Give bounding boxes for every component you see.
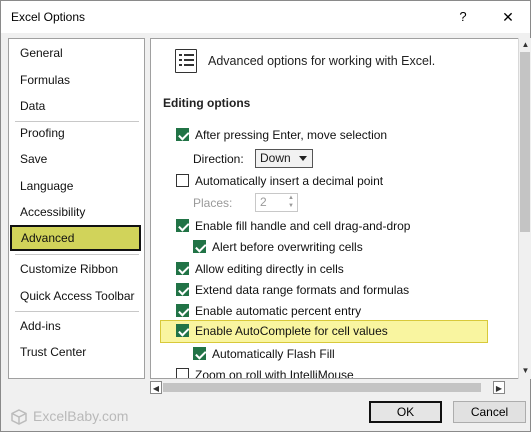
checkbox-checked[interactable]	[176, 262, 189, 275]
option-label: Enable fill handle and cell drag-and-dro…	[195, 219, 411, 233]
option-label: Allow editing directly in cells	[195, 262, 344, 276]
nav-item-data[interactable]: Data	[9, 93, 144, 119]
nav-item-quick-access-toolbar[interactable]: Quick Access Toolbar	[9, 283, 144, 309]
option-label: Extend data range formats and formulas	[195, 283, 410, 297]
horizontal-scrollbar[interactable]: ◀ ▶	[150, 381, 506, 394]
category-nav: General Formulas Data Proofing Save Lang…	[8, 38, 145, 379]
option-label: Automatically Flash Fill	[212, 347, 335, 361]
checkbox-checked[interactable]	[193, 347, 206, 360]
scroll-right-icon[interactable]: ▶	[493, 381, 505, 394]
places-label: Places:	[193, 196, 233, 210]
nav-item-accessibility[interactable]: Accessibility	[9, 199, 144, 225]
scroll-left-icon[interactable]: ◀	[150, 381, 162, 394]
close-button[interactable]: ✕	[495, 5, 521, 29]
checkbox-checked[interactable]	[176, 324, 189, 337]
checkbox-checked[interactable]	[193, 240, 206, 253]
nav-item-language[interactable]: Language	[9, 173, 144, 199]
checkbox-checked[interactable]	[176, 283, 189, 296]
nav-item-customize-ribbon[interactable]: Customize Ribbon	[9, 256, 144, 282]
dialog-title: Excel Options	[11, 10, 86, 24]
option-label: After pressing Enter, move selection	[195, 128, 388, 142]
nav-item-formulas[interactable]: Formulas	[9, 67, 144, 93]
cancel-button[interactable]: Cancel	[453, 401, 526, 423]
panel-header: Advanced options for working with Excel.	[208, 54, 436, 68]
checkbox-unchecked[interactable]	[176, 174, 189, 187]
places-spinner: 2 ▲ ▼	[255, 193, 298, 212]
section-title-editing-options: Editing options	[163, 96, 251, 110]
advanced-options-panel: Advanced options for working with Excel.…	[150, 38, 519, 379]
nav-item-general[interactable]: General	[9, 40, 144, 66]
spinner-down-icon: ▼	[288, 203, 294, 209]
nav-separator	[15, 311, 139, 312]
excel-options-dialog: Excel Options ? ✕ General Formulas Data …	[0, 0, 531, 432]
direction-label: Direction:	[193, 152, 244, 166]
scroll-thumb[interactable]	[520, 52, 530, 232]
option-label: Zoom on roll with IntelliMouse	[195, 368, 354, 379]
nav-item-proofing[interactable]: Proofing	[9, 120, 144, 146]
option-label: Enable automatic percent entry	[195, 304, 362, 318]
ok-button[interactable]: OK	[369, 401, 442, 423]
option-label: Alert before overwriting cells	[212, 240, 363, 254]
scroll-thumb[interactable]	[163, 383, 481, 392]
nav-separator	[15, 254, 139, 255]
watermark-text: ExcelBaby.com	[33, 408, 129, 424]
nav-item-trust-center[interactable]: Trust Center	[9, 339, 144, 365]
checkbox-unchecked[interactable]	[176, 368, 189, 378]
scroll-up-icon[interactable]: ▲	[521, 39, 530, 51]
option-label: Automatically insert a decimal point	[195, 174, 384, 188]
nav-item-save[interactable]: Save	[9, 146, 144, 172]
chevron-down-icon	[299, 156, 307, 161]
nav-item-add-ins[interactable]: Add-ins	[9, 313, 144, 339]
vertical-scrollbar[interactable]: ▲ ▼	[518, 38, 531, 379]
cube-logo-icon	[11, 409, 27, 425]
checkbox-checked[interactable]	[176, 304, 189, 317]
spinner-up-icon: ▲	[288, 195, 294, 201]
option-label: Enable AutoComplete for cell values	[195, 324, 388, 338]
direction-dropdown[interactable]: Down	[255, 149, 313, 168]
scroll-down-icon[interactable]: ▼	[521, 365, 530, 377]
checkbox-checked[interactable]	[176, 219, 189, 232]
places-value: 2	[260, 195, 267, 209]
options-list-icon	[175, 49, 197, 73]
title-bar: Excel Options ? ✕	[1, 1, 530, 33]
direction-value: Down	[260, 151, 291, 165]
nav-item-advanced[interactable]: Advanced	[10, 225, 141, 251]
checkbox-checked[interactable]	[176, 128, 189, 141]
help-button[interactable]: ?	[453, 7, 473, 27]
